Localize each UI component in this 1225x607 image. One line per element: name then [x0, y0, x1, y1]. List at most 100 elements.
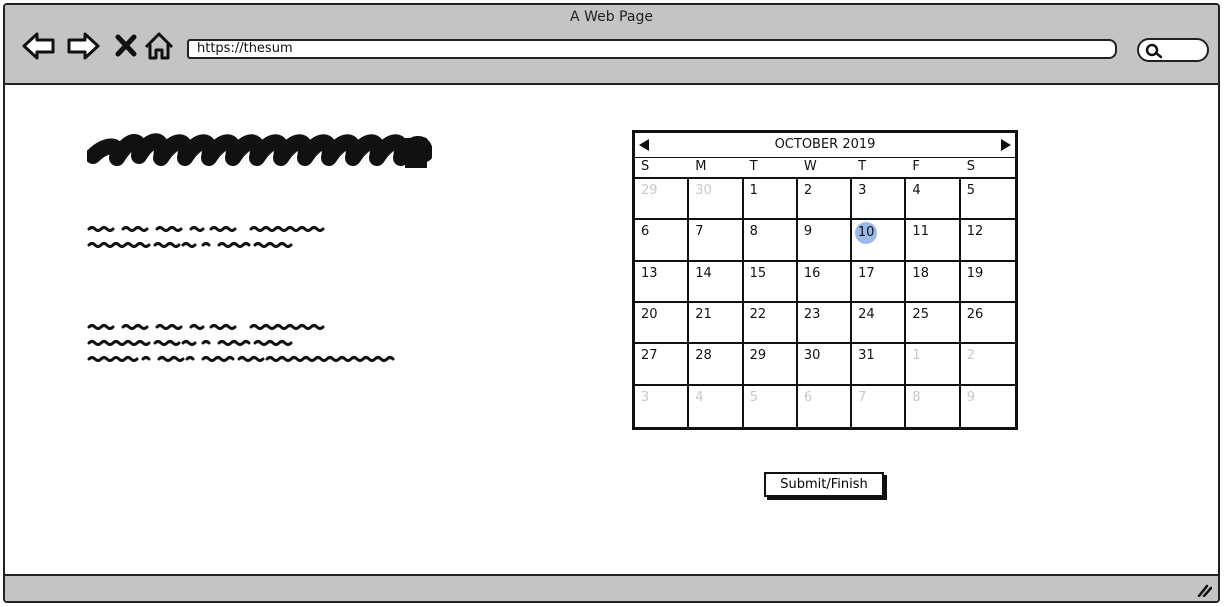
search-icon	[1145, 43, 1163, 59]
calendar-month-label: OCTOBER 2019	[774, 137, 876, 152]
previous-month-icon[interactable]	[639, 139, 649, 151]
calendar-weekday-row: SMTWTFS	[635, 157, 1015, 179]
calendar-day[interactable]: 23	[797, 302, 853, 345]
weekday-label: S	[641, 159, 650, 174]
page-content: OCTOBER 2019 SMTWTFS 29 30 1 2 3 4 5 6 7 8 9 10 11 12…	[5, 85, 1218, 574]
calendar-day-selected[interactable]: 10	[852, 220, 907, 262]
calendar-day[interactable]: 26	[960, 303, 1015, 345]
calendar-day[interactable]: 30	[689, 179, 744, 221]
calendar-day-number: 9	[966, 389, 975, 405]
calendar-day-number: 21	[695, 306, 712, 322]
calendar-day-number: 17	[858, 265, 875, 281]
calendar-day[interactable]: 3	[852, 179, 907, 221]
calendar-day-number: 30	[803, 348, 821, 364]
calendar-day-number: 6	[803, 389, 813, 405]
calendar-day-number: 29	[749, 348, 767, 364]
text-scribble-paragraph-2	[87, 324, 395, 362]
calendar-day[interactable]: 5	[744, 385, 798, 427]
calendar-day[interactable]: 24	[852, 302, 907, 345]
calendar-day-number: 3	[641, 389, 650, 405]
search-button[interactable]	[1137, 38, 1209, 62]
calendar-day[interactable]: 5	[960, 179, 1015, 221]
calendar-day-number: 2	[966, 348, 975, 364]
weekday-label: F	[912, 159, 920, 174]
browser-window: A Web Page https://thesum OCTOBER 2019 S…	[3, 3, 1220, 603]
calendar-day-number: 22	[749, 306, 767, 322]
calendar-day-number: 4	[695, 389, 704, 405]
calendar-day-number: 1	[912, 348, 921, 364]
resize-grip-icon[interactable]	[1196, 583, 1212, 597]
calendar-day[interactable]: 7	[689, 220, 744, 262]
back-arrow-icon[interactable]	[21, 28, 57, 64]
calendar-day[interactable]: 22	[743, 302, 798, 345]
close-icon[interactable]	[109, 28, 145, 64]
calendar-day[interactable]: 18	[906, 261, 961, 303]
calendar-day-number: 20	[641, 306, 658, 322]
calendar-day-number: 24	[858, 306, 875, 322]
calendar-day[interactable]: 14	[689, 261, 744, 303]
calendar-day[interactable]: 29	[743, 344, 798, 386]
calendar-day-number: 19	[966, 265, 984, 281]
calendar-day-number: 4	[912, 183, 921, 198]
calendar-day-number: 14	[695, 265, 712, 281]
text-scribble-paragraph-1	[87, 226, 325, 248]
calendar-day[interactable]: 30	[797, 344, 853, 386]
calendar-day[interactable]: 9	[797, 220, 853, 262]
calendar-day[interactable]: 2	[797, 179, 853, 221]
calendar-day[interactable]: 21	[689, 302, 744, 345]
calendar-day-number: 13	[641, 265, 658, 281]
weekday-label: W	[803, 159, 817, 174]
calendar-day-number: 30	[695, 183, 712, 198]
calendar-day-number: 6	[641, 224, 650, 240]
calendar-day[interactable]: 4	[689, 385, 744, 427]
calendar-day-number: 2	[803, 183, 813, 198]
calendar-day[interactable]: 16	[797, 261, 853, 303]
calendar-day[interactable]: 28	[689, 344, 744, 386]
calendar-day-number: 26	[966, 306, 984, 322]
calendar-day[interactable]: 1	[906, 344, 961, 386]
calendar-day[interactable]: 13	[635, 261, 690, 303]
home-icon[interactable]	[141, 28, 177, 64]
calendar-day-number: 5	[749, 389, 758, 405]
calendar-day[interactable]: 11	[906, 220, 961, 262]
calendar-day-number: 18	[912, 265, 929, 281]
calendar-day[interactable]: 9	[961, 386, 1015, 427]
calendar-day-number: 29	[641, 183, 658, 198]
calendar-day-number: 8	[912, 389, 921, 405]
calendar-day[interactable]: 15	[743, 261, 798, 303]
calendar-day[interactable]: 29	[635, 179, 690, 221]
calendar-day-number: 9	[803, 224, 813, 240]
weekday-label: M	[695, 159, 707, 174]
calendar-day-number: 27	[641, 348, 658, 364]
calendar-day[interactable]: 19	[960, 262, 1015, 303]
calendar-day[interactable]: 4	[906, 179, 961, 221]
weekday-label: S	[966, 159, 975, 174]
calendar-day-number: 12	[966, 224, 984, 240]
browser-titlebar: A Web Page https://thesum	[5, 5, 1218, 85]
calendar-day-number: 5	[966, 183, 975, 198]
calendar-day-number: 16	[803, 265, 821, 281]
calendar-day[interactable]: 20	[635, 302, 690, 345]
address-bar[interactable]: https://thesum	[187, 39, 1117, 59]
calendar-day-number: 15	[749, 265, 767, 281]
calendar-day[interactable]: 3	[635, 385, 690, 427]
calendar-day[interactable]: 6	[635, 220, 690, 262]
date-picker-calendar: OCTOBER 2019 SMTWTFS 29 30 1 2 3 4 5 6 7 8 9 10 11 12…	[632, 130, 1018, 430]
calendar-day[interactable]: 17	[852, 261, 907, 303]
calendar-day[interactable]: 27	[635, 344, 690, 386]
calendar-day[interactable]: 8	[743, 220, 798, 262]
forward-arrow-icon[interactable]	[65, 28, 101, 64]
calendar-day-number: 23	[803, 306, 821, 322]
calendar-day[interactable]: 12	[960, 220, 1015, 262]
next-month-icon[interactable]	[1001, 139, 1011, 151]
calendar-day[interactable]: 25	[906, 302, 961, 345]
calendar-day-grid: 29 30 1 2 3 4 5 6 7 8 9 10 11 12 13 14 15 16 17 18 19 20 21 22 2…	[635, 179, 1015, 427]
submit-finish-button[interactable]: Submit/Finish	[764, 472, 884, 497]
calendar-day[interactable]: 1	[743, 179, 798, 221]
window-title: A Web Page	[570, 9, 653, 25]
calendar-day[interactable]: 7	[852, 385, 907, 427]
calendar-day[interactable]: 8	[906, 385, 961, 427]
calendar-day[interactable]: 31	[852, 344, 907, 386]
calendar-day[interactable]: 6	[798, 385, 853, 427]
calendar-day[interactable]: 2	[960, 344, 1015, 386]
